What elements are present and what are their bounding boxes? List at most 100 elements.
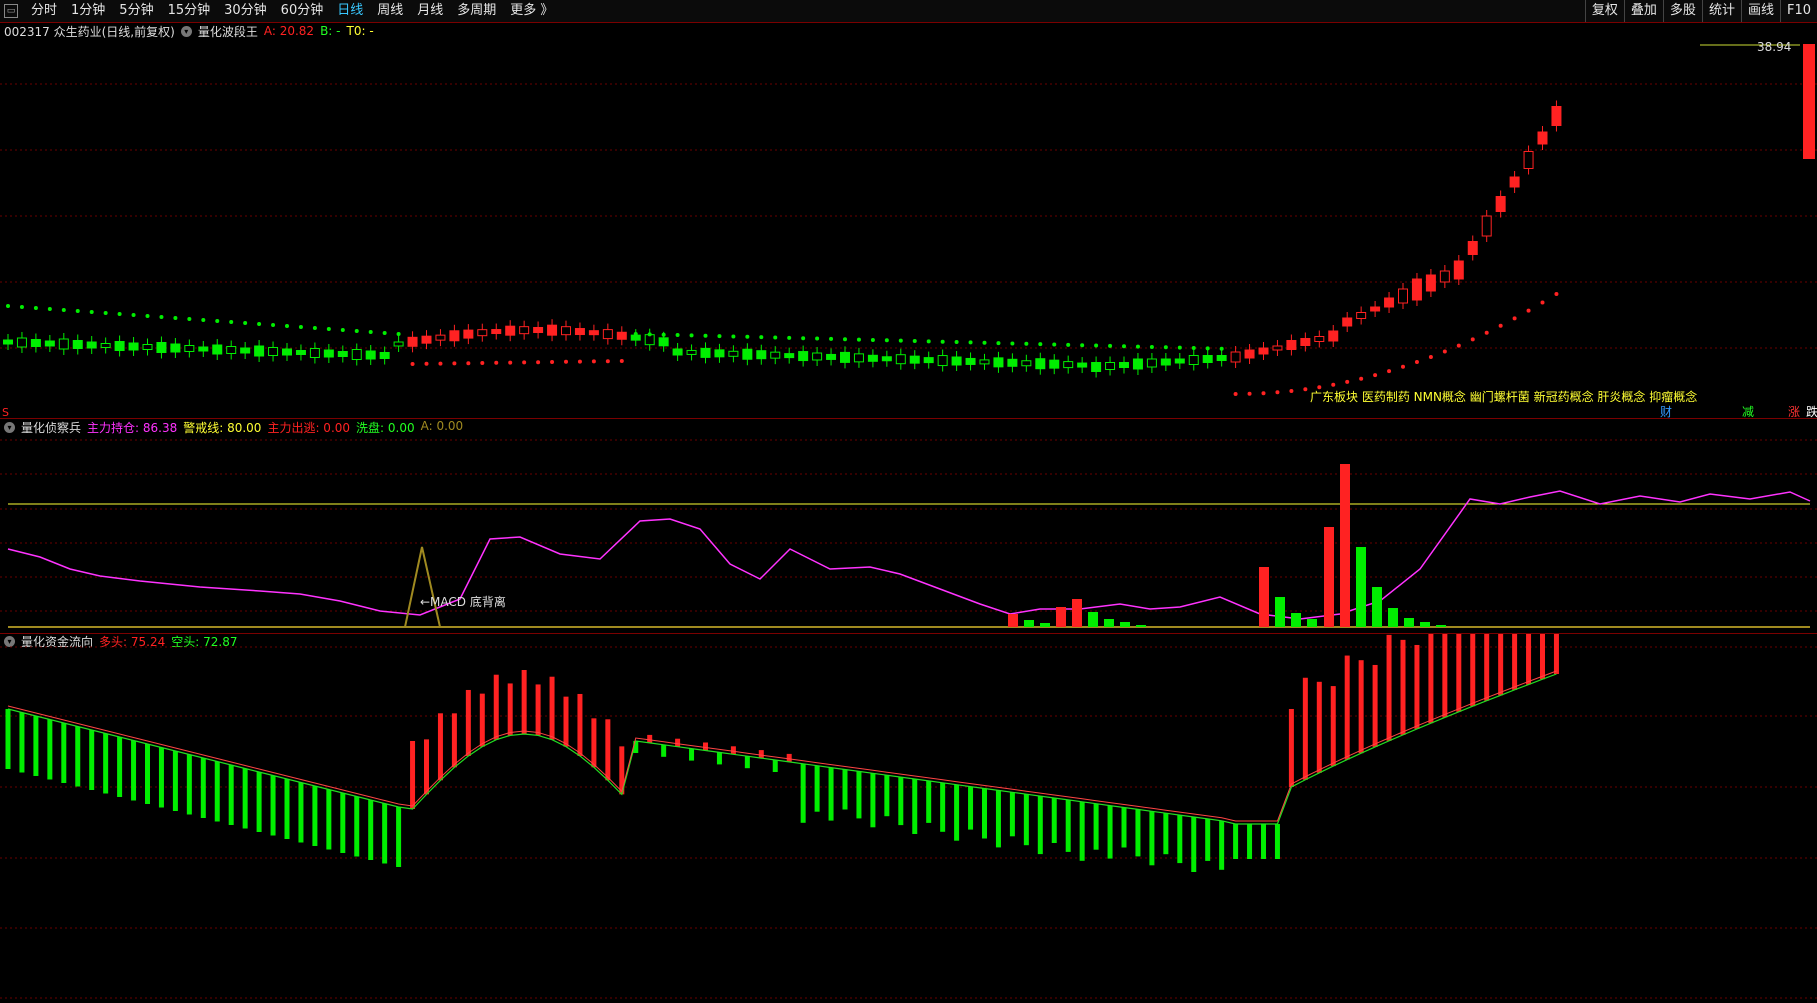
candle-body — [1481, 215, 1492, 237]
flow-bar — [33, 716, 39, 776]
period-tab[interactable]: 分时 — [24, 0, 64, 22]
period-tab[interactable]: 更多 》 — [503, 0, 560, 22]
flow-bar — [800, 763, 806, 823]
candle-body — [993, 357, 1004, 368]
candle-body — [128, 342, 139, 351]
candle-body — [393, 341, 404, 347]
candle-body — [895, 354, 906, 365]
toolbar-button[interactable]: 画线 — [1740, 0, 1780, 22]
period-tab[interactable]: 5分钟 — [112, 0, 160, 22]
window-menu-icon[interactable]: ▭ — [4, 4, 18, 18]
flow-bar — [312, 786, 318, 846]
stop-dot — [1303, 387, 1308, 392]
flow-bar — [103, 733, 109, 794]
stop-dot — [843, 337, 847, 342]
candle-body — [1411, 278, 1422, 301]
stop-dot — [1317, 385, 1322, 390]
stop-dot — [926, 339, 931, 344]
stop-dot — [619, 359, 624, 363]
stop-dot — [61, 308, 66, 312]
stop-dot — [689, 333, 694, 338]
toolbar-button[interactable]: 叠加 — [1623, 0, 1663, 22]
stop-dot — [577, 359, 582, 364]
flow-bar — [995, 790, 1001, 848]
candle-body — [1049, 359, 1060, 369]
stop-dot — [856, 337, 861, 342]
period-tab[interactable]: 15分钟 — [161, 0, 218, 22]
candle-body — [254, 345, 265, 357]
period-tab[interactable]: 1分钟 — [64, 0, 112, 22]
flow-bar — [1261, 824, 1266, 859]
bull-line — [7, 670, 1557, 822]
candle-body — [588, 330, 599, 336]
candle-body — [156, 342, 167, 353]
candle-body — [574, 328, 585, 336]
candle-body — [728, 350, 739, 357]
toolbar-button[interactable]: 复权 — [1584, 0, 1624, 22]
stop-dot — [368, 330, 373, 334]
flow-bar — [1400, 639, 1406, 735]
signal-bar — [1040, 623, 1050, 627]
high-price-label: 38.94 — [1757, 40, 1791, 54]
flow-bar — [1065, 799, 1071, 852]
candle-body — [1509, 176, 1520, 188]
stop-dot — [117, 312, 122, 316]
candle-body — [1425, 274, 1436, 292]
stop-dot — [410, 362, 415, 366]
flow-bar — [661, 744, 667, 757]
period-tab[interactable]: 月线 — [410, 0, 450, 22]
period-tab[interactable]: 周线 — [370, 0, 410, 22]
flow-bar — [158, 747, 164, 808]
signal-bar — [1008, 614, 1018, 627]
flow-bar — [1219, 820, 1225, 870]
period-tab[interactable]: 日线 — [330, 0, 370, 22]
signal-bar — [1072, 599, 1082, 627]
stop-dot — [201, 318, 206, 322]
flow-bar — [1386, 634, 1392, 741]
period-tab[interactable]: 多周期 — [450, 0, 503, 22]
candle-body — [965, 357, 976, 365]
stop-dot — [1540, 300, 1545, 305]
signal-bar — [1436, 625, 1446, 627]
stop-dot — [661, 332, 666, 337]
signal-bar — [1356, 547, 1366, 627]
stop-dot — [1498, 323, 1503, 328]
signal-bar — [1136, 625, 1146, 627]
flow-bar — [1484, 634, 1490, 701]
flow-bar — [131, 740, 137, 801]
stop-dot — [1135, 344, 1140, 349]
stop-dot — [605, 359, 610, 364]
flow-bar — [396, 807, 402, 867]
candle-body — [1258, 347, 1269, 355]
candle-body — [784, 353, 795, 359]
candle-body — [100, 343, 111, 348]
flow-bar — [451, 713, 457, 768]
toolbar-button[interactable]: 多股 — [1662, 0, 1702, 22]
stop-dot — [954, 340, 959, 345]
toolbar-button[interactable]: 统计 — [1701, 0, 1741, 22]
candle-body — [1495, 196, 1506, 212]
candlestick-chart[interactable]: 38.94 广东板块 医药制药 NMN概念 幽门螺杆菌 新冠药概念 肝炎概念 抑瘤… — [0, 22, 1817, 419]
fund-flow-chart[interactable] — [0, 634, 1817, 1003]
stop-dot — [898, 338, 903, 343]
candle-body — [1453, 260, 1464, 280]
flow-bar — [1023, 794, 1029, 846]
toolbar-button[interactable]: F10 — [1779, 0, 1817, 22]
candle-body — [1300, 338, 1311, 346]
stop-dot — [89, 310, 94, 314]
period-tab[interactable]: 60分钟 — [274, 0, 331, 22]
candle-body — [114, 341, 125, 351]
candle-body — [435, 334, 446, 341]
flow-bar — [186, 754, 192, 815]
candle-body — [923, 357, 934, 364]
flow-bar — [200, 758, 206, 818]
candle-body — [72, 340, 83, 349]
candle-body — [1286, 340, 1297, 350]
flow-bar — [1135, 809, 1141, 857]
candle-body — [1063, 361, 1074, 369]
period-tab[interactable]: 30分钟 — [217, 0, 274, 22]
flow-bar — [1302, 677, 1308, 780]
flow-bar — [465, 689, 471, 756]
flow-bar — [437, 713, 443, 781]
scout-chart[interactable]: ←MACD 底背离 — [0, 419, 1817, 632]
